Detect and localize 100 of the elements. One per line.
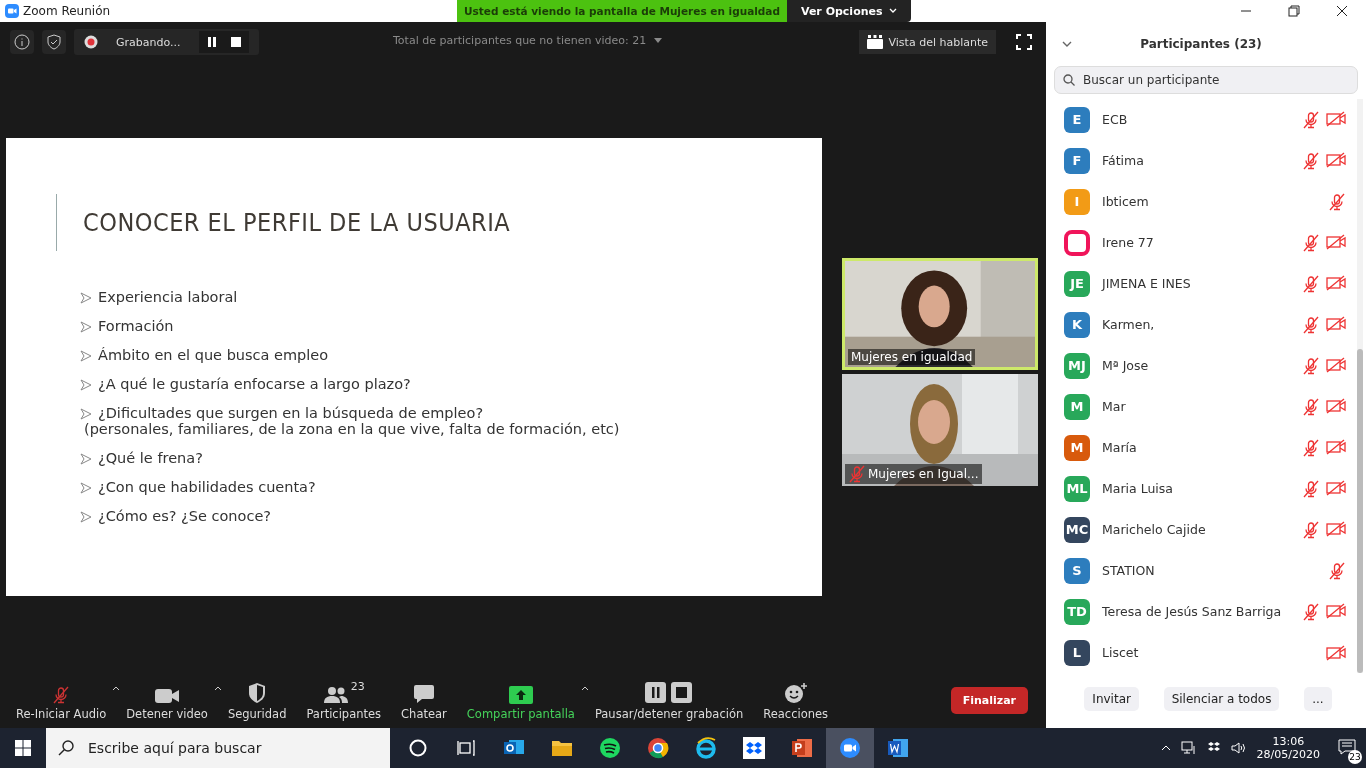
- participant-row[interactable]: ML Maria Luisa: [1046, 468, 1366, 509]
- panel-button[interactable]: Invitar: [1084, 687, 1139, 711]
- circle-icon[interactable]: [409, 739, 427, 757]
- notification-icon[interactable]: [1338, 738, 1356, 755]
- bullet-arrow-icon: [80, 408, 92, 420]
- end-meeting-button[interactable]: Finalizar: [950, 686, 1028, 714]
- mic-muted-icon: [1302, 479, 1320, 498]
- participant-row[interactable]: TD Teresa de Jesús Sanz Barriga: [1046, 591, 1366, 632]
- participant-row[interactable]: M María: [1046, 427, 1366, 468]
- share-screen-icon: [508, 685, 533, 704]
- browser-e-icon[interactable]: [695, 737, 717, 759]
- toolbar-button[interactable]: Seguridad: [217, 679, 297, 721]
- participant-row[interactable]: K Karmen,: [1046, 304, 1366, 345]
- avatar: MC: [1064, 516, 1090, 543]
- mic-muted-icon: [1302, 274, 1320, 293]
- participant-row[interactable]: L Liscet: [1046, 632, 1366, 673]
- bullet-arrow-icon: [80, 453, 92, 465]
- smiley-icon: [783, 681, 808, 704]
- participant-row[interactable]: MC Marichelo Cajide: [1046, 509, 1366, 550]
- task-view-icon[interactable]: [457, 740, 475, 756]
- mic-muted-icon: [1328, 561, 1346, 580]
- mic-muted-icon: [1302, 520, 1320, 539]
- avatar: F: [1064, 147, 1090, 174]
- participant-row[interactable]: F Fátima: [1046, 140, 1366, 181]
- folder-icon[interactable]: [551, 739, 573, 757]
- music-app-icon[interactable]: [599, 737, 621, 759]
- participant-row[interactable]: JE JIMENA E INES: [1046, 263, 1366, 304]
- participant-row[interactable]: M Mar: [1046, 386, 1366, 427]
- people-icon: [322, 685, 349, 704]
- video-off-icon: [1326, 479, 1346, 496]
- toolbar-button[interactable]: Re-Iniciar Audio: [6, 679, 117, 721]
- network-icon[interactable]: [1180, 741, 1197, 755]
- participant-name: María: [1102, 440, 1138, 455]
- bullet-text: ¿Dificultades que surgen en la búsqueda de empleo?: [98, 405, 485, 421]
- view-options-button[interactable]: Ver Opciones: [787, 0, 911, 22]
- avatar: M: [1064, 393, 1090, 420]
- panel-button[interactable]: Silenciar a todos: [1163, 687, 1280, 711]
- taskbar-search-field[interactable]: Escribe aquí para buscar: [86, 739, 380, 757]
- clock-time[interactable]: 13:06: [1272, 735, 1305, 748]
- video-off-icon: [1326, 315, 1346, 332]
- document-app-icon[interactable]: [887, 738, 909, 758]
- search-box[interactable]: Buscar un participante: [1054, 66, 1358, 94]
- toolbar-button[interactable]: Detener video: [116, 679, 218, 721]
- participant-name: Liscet: [1102, 645, 1140, 660]
- recording-status: Grabando...: [116, 35, 181, 49]
- participant-name: Marichelo Cajide: [1102, 522, 1207, 537]
- participant-row[interactable]: E ECB: [1046, 99, 1366, 140]
- mic-muted-icon: [1302, 151, 1320, 170]
- video-app-icon[interactable]: [839, 737, 861, 759]
- chevron-down-icon: [888, 8, 897, 14]
- panel-button[interactable]: ...: [1304, 687, 1332, 711]
- fullscreen-icon[interactable]: [1016, 34, 1032, 50]
- toolbar-button[interactable]: 23 Participantes: [296, 679, 392, 721]
- taskbar-search-box[interactable]: Escribe aquí para buscar: [46, 728, 390, 768]
- participant-row[interactable]: S STATION: [1046, 550, 1366, 591]
- participant-name: JIMENA E INES: [1102, 276, 1192, 291]
- windows-start-icon[interactable]: [15, 740, 31, 756]
- video-off-icon: [1326, 151, 1346, 168]
- toolbar-button[interactable]: Chatear: [391, 679, 457, 721]
- participant-name: STATION: [1102, 563, 1156, 578]
- browser-icon[interactable]: [647, 737, 669, 759]
- bullet-arrow-icon: [80, 379, 92, 391]
- participant-row[interactable]: MJ Mª Jose: [1046, 345, 1366, 386]
- mic-muted-icon: [1302, 315, 1320, 334]
- caret-icon[interactable]: [580, 685, 589, 691]
- participant-row[interactable]: Irene 77: [1046, 222, 1366, 263]
- recording-dot-icon: [84, 35, 98, 49]
- security-shield-button[interactable]: [42, 30, 66, 54]
- slides-app-icon[interactable]: [791, 738, 813, 758]
- avatar: MJ: [1064, 352, 1090, 379]
- speaker-icon[interactable]: [1230, 741, 1247, 755]
- pause-stop-icon: [645, 681, 694, 704]
- search-icon: [1063, 74, 1075, 86]
- toolbar-button[interactable]: Pausar/detener grabación: [584, 679, 754, 721]
- caret-up-icon[interactable]: [1160, 745, 1171, 751]
- participant-name: Teresa de Jesús Sanz Barriga: [1102, 604, 1283, 619]
- clock-date[interactable]: 28/05/2020: [1256, 748, 1320, 761]
- search-field[interactable]: Buscar un participante: [1081, 72, 1345, 88]
- bullet-arrow-icon: [80, 482, 92, 494]
- video-tile[interactable]: Mujeres en Igual...: [842, 374, 1038, 486]
- stop-icon[interactable]: [230, 37, 241, 47]
- collapse-chevron-icon[interactable]: [1062, 41, 1072, 47]
- speaker-view-icon: [866, 35, 883, 49]
- slide-title: CONOCER EL PERFIL DE LA USUARIA: [56, 194, 511, 251]
- pause-icon[interactable]: [206, 37, 217, 47]
- close-icon[interactable]: [1336, 5, 1348, 17]
- restore-icon[interactable]: [1288, 5, 1300, 17]
- caret-icon[interactable]: [112, 685, 121, 691]
- video-tile[interactable]: Mujeres en igualdad: [842, 258, 1038, 370]
- dropdown-caret-icon[interactable]: [654, 38, 663, 43]
- participant-row[interactable]: I Ibticem: [1046, 181, 1366, 222]
- participant-name: Karmen,: [1102, 317, 1156, 332]
- toolbar-button[interactable]: Compartir pantalla: [456, 679, 585, 721]
- shield-icon: [247, 681, 268, 704]
- speaker-view-button[interactable]: Vista del hablante: [858, 30, 996, 54]
- caret-icon[interactable]: [213, 685, 222, 691]
- panel-title: Participantes (23): [1139, 37, 1263, 51]
- toolbar-button[interactable]: Reacciones: [753, 679, 839, 721]
- bullet-arrow-icon: [80, 321, 92, 333]
- info-button[interactable]: [10, 30, 34, 54]
